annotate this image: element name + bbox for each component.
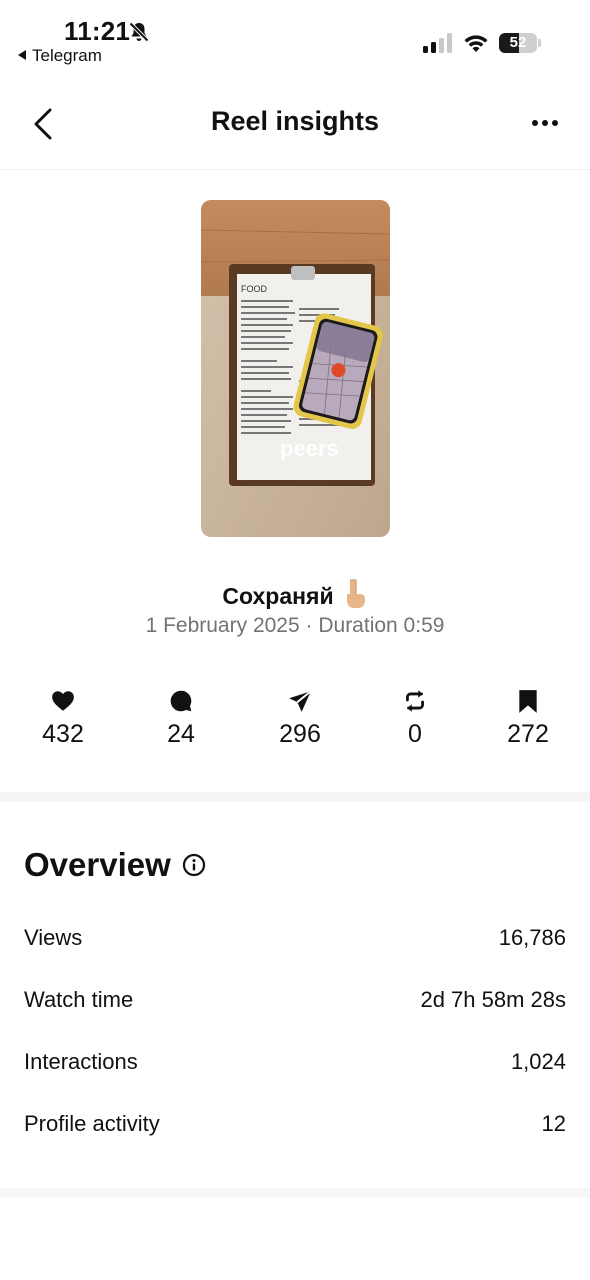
pointing-down-hand-icon — [346, 579, 365, 608]
stat-shares[interactable]: 296 — [250, 688, 350, 760]
stat-shares-value: 296 — [279, 720, 321, 748]
overview-row-interactions[interactable]: Interactions 1,024 — [24, 1049, 566, 1089]
share-icon — [289, 690, 312, 712]
overview-value: 2d 7h 58m 28s — [420, 987, 566, 1012]
overview-row-profile-activity[interactable]: Profile activity 12 — [24, 1111, 566, 1151]
bell-off-icon — [129, 22, 149, 42]
heart-icon — [52, 691, 74, 711]
overview-label: Views — [24, 925, 83, 950]
overview-label: Profile activity — [24, 1111, 160, 1136]
bookmark-icon — [519, 690, 537, 713]
more-options-icon[interactable] — [524, 112, 566, 134]
reel-caption: Сохраняй — [0, 578, 590, 610]
back-triangle-icon — [18, 50, 26, 60]
back-to-app-link[interactable]: Telegram — [18, 46, 102, 66]
reel-duration: Duration 0:59 — [318, 614, 445, 637]
stat-reposts-value: 0 — [408, 720, 422, 748]
meta-separator: · — [305, 614, 319, 637]
reel-thumbnail[interactable]: FOOD peers — [201, 200, 390, 537]
wifi-icon — [464, 35, 488, 52]
back-app-label: Telegram — [32, 46, 102, 65]
overview-heading: Overview — [24, 846, 171, 883]
stat-reposts[interactable]: 0 — [365, 688, 465, 760]
cellular-signal-icon — [423, 33, 452, 53]
overview-row-views[interactable]: Views 16,786 — [24, 925, 566, 965]
section-divider-bottom — [0, 1188, 590, 1198]
info-icon[interactable] — [182, 853, 206, 877]
stat-comments-value: 24 — [167, 720, 195, 748]
status-bar: 11:21 Telegram 52 — [0, 0, 590, 80]
overview-label: Interactions — [24, 1049, 138, 1074]
stat-saves-value: 272 — [507, 720, 549, 748]
comment-icon — [170, 690, 192, 712]
page-title: Reel insights — [210, 106, 380, 136]
thumbnail-logo-text: peers — [280, 436, 339, 461]
reel-date: 1 February 2025 — [145, 614, 300, 637]
engagement-stats: 432 24 296 0 272 — [0, 688, 590, 760]
status-time: 11:21 — [64, 16, 131, 46]
reel-meta: 1 February 2025 · Duration 0:59 — [0, 614, 590, 638]
thumbnail-menu-heading: FOOD — [241, 284, 267, 294]
stat-comments[interactable]: 24 — [131, 688, 231, 760]
section-divider — [0, 792, 590, 802]
stat-likes-value: 432 — [42, 720, 84, 748]
overview-value: 12 — [541, 1111, 566, 1136]
top-navigation-bar: Reel insights — [0, 86, 590, 170]
stat-saves[interactable]: 272 — [478, 688, 578, 760]
overview-row-watch-time[interactable]: Watch time 2d 7h 58m 28s — [24, 987, 566, 1027]
reel-thumbnail-image: FOOD peers — [201, 200, 390, 537]
battery-indicator: 52 — [499, 33, 541, 53]
reel-caption-text: Сохраняй — [222, 583, 334, 609]
overview-label: Watch time — [24, 987, 134, 1012]
battery-level: 52 — [509, 34, 527, 51]
repost-icon — [406, 690, 424, 712]
stat-likes[interactable]: 432 — [13, 688, 113, 760]
overview-value: 16,786 — [498, 925, 566, 950]
overview-value: 1,024 — [510, 1049, 566, 1074]
